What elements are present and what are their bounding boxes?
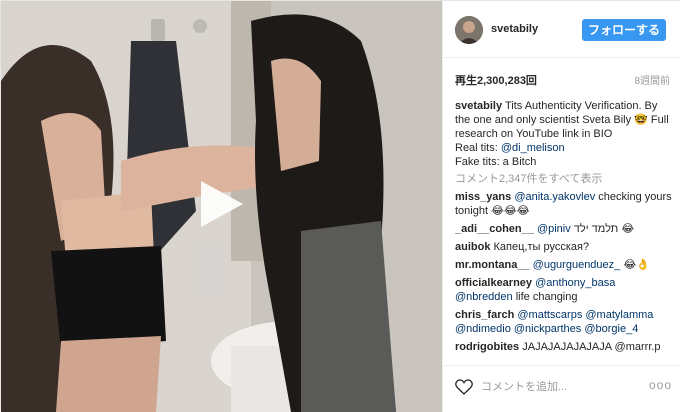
comment-item: chris_farch @mattscarps @matylamma @ndim…	[455, 308, 673, 336]
post-header: svetabily フォローする	[443, 1, 680, 58]
comment-item: _adi__cohen__ @piniv תלמד ילד 😂	[455, 222, 673, 236]
play-button[interactable]	[197, 179, 245, 229]
instagram-post: svetabily フォローする 再生2,300,283回 8週間前 sveta…	[0, 0, 680, 412]
comment-text: תלמד ילד 😂	[573, 223, 635, 235]
avatar-image	[455, 16, 483, 44]
comment-bar: ooo	[443, 365, 680, 412]
like-button[interactable]	[455, 379, 473, 395]
more-options-button[interactable]: ooo	[649, 378, 671, 396]
comment-text: life changing	[515, 291, 578, 303]
comment-username[interactable]: _adi__cohen__	[455, 223, 534, 235]
caption: svetabily Tits Authenticity Verification…	[455, 99, 673, 169]
comment-item: auibok Капец,ты русская?	[455, 240, 673, 254]
avatar[interactable]	[455, 16, 483, 44]
post-stats: 再生2,300,283回 8週間前	[455, 72, 670, 87]
comment-username[interactable]: officialkearney	[455, 277, 532, 289]
comment-text: Капец,ты русская?	[493, 241, 590, 253]
comment-username[interactable]: rodrigobites	[455, 341, 519, 353]
comment-username[interactable]: chris_farch	[455, 309, 514, 321]
video-player[interactable]	[1, 1, 442, 412]
comment-username[interactable]: mr.montana__	[455, 259, 530, 271]
caption-username[interactable]: svetabily	[455, 100, 502, 112]
follow-button[interactable]: フォローする	[582, 19, 666, 41]
more-options-icon: ooo	[649, 378, 673, 392]
comment-mention[interactable]: @anita.yakovlev	[514, 191, 595, 203]
heart-icon	[455, 379, 473, 395]
comment-text: 😂👌	[623, 259, 650, 271]
comment-item: rodrigobites JAJAJAJAJAJAJA @marrr.p	[455, 340, 673, 354]
comment-mention[interactable]: @piniv	[537, 223, 571, 235]
comment-item: officialkearney @anthony_basa @nbredden …	[455, 276, 673, 304]
comment-item: mr.montana__ @ugurguenduez_ 😂👌	[455, 258, 673, 272]
comment-text: JAJAJAJAJAJAJA @marrr.p	[522, 341, 661, 353]
view-count: 再生2,300,283回	[455, 75, 537, 87]
post-sidebar: svetabily フォローする 再生2,300,283回 8週間前 sveta…	[442, 1, 680, 412]
comments-list: svetabily Tits Authenticity Verification…	[455, 99, 673, 361]
comment-mention[interactable]: @ugurguenduez_	[533, 259, 621, 271]
caption-mention[interactable]: @di_melison	[501, 142, 565, 154]
play-icon	[201, 181, 243, 227]
comment-username[interactable]: miss_yans	[455, 191, 511, 203]
comment-username[interactable]: auibok	[455, 241, 490, 253]
view-all-comments[interactable]: コメント2,347件をすべて表示	[455, 172, 673, 186]
post-age[interactable]: 8週間前	[634, 72, 670, 87]
caption-fake-line: Fake tits: a Bitch	[455, 156, 537, 168]
header-username[interactable]: svetabily	[491, 23, 538, 35]
comment-item: miss_yans @anita.yakovlev checking yours…	[455, 190, 673, 218]
add-comment-input[interactable]	[481, 378, 639, 396]
caption-real-label: Real tits:	[455, 142, 498, 154]
